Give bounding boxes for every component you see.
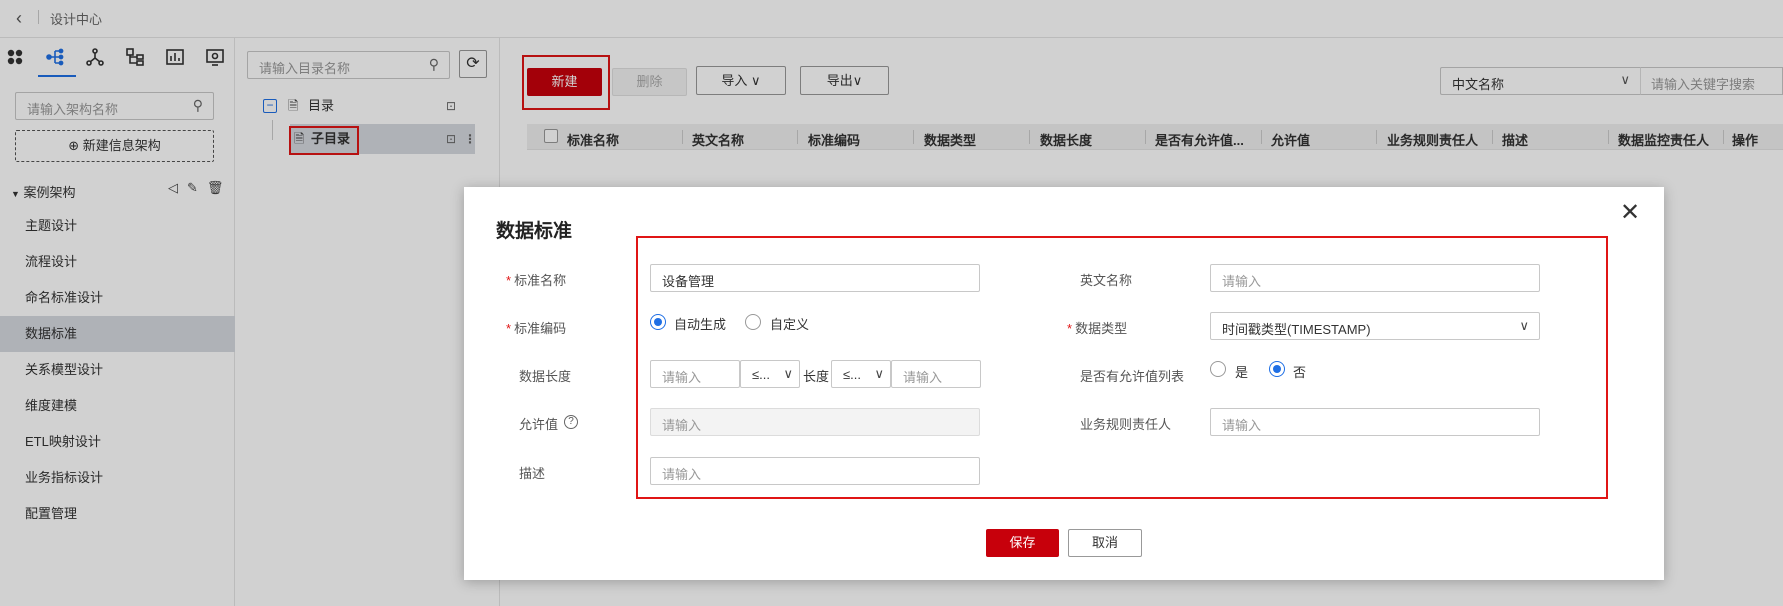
- dialog-title: 数据标准: [496, 221, 573, 242]
- close-icon[interactable]: ✕: [1620, 198, 1640, 227]
- length-word: 长度: [803, 369, 830, 384]
- owner-label: 业务规则责任人: [1080, 417, 1172, 432]
- save-button[interactable]: 保存: [986, 529, 1059, 557]
- desc-label: 描述: [519, 466, 546, 481]
- radio-no[interactable]: [1269, 361, 1285, 377]
- std-code-label: * 标准编码: [506, 321, 567, 336]
- radio-yes[interactable]: [1210, 361, 1226, 377]
- data-type-select[interactable]: 时间戳类型(TIMESTAMP) ∨: [1210, 312, 1540, 340]
- desc-input[interactable]: 请输入: [650, 457, 980, 485]
- length-operator-1-select[interactable]: ≤... ∨: [740, 360, 800, 388]
- data-length-label: 数据长度: [519, 369, 572, 384]
- radio-auto-label: 自动生成: [674, 317, 727, 332]
- allowed-input: 请输入: [650, 408, 980, 436]
- std-name-input[interactable]: 设备管理: [650, 264, 980, 292]
- radio-no-label: 否: [1293, 365, 1307, 380]
- has-allowed-label: 是否有允许值列表: [1080, 369, 1185, 384]
- data-type-label: * 数据类型: [1067, 321, 1128, 336]
- cancel-button[interactable]: 取消: [1068, 529, 1142, 557]
- radio-custom-label: 自定义: [770, 317, 810, 332]
- chevron-down-icon: ∨: [874, 366, 884, 381]
- radio-custom[interactable]: [745, 314, 761, 330]
- length-min-input[interactable]: 请输入: [650, 360, 740, 388]
- help-icon[interactable]: ?: [564, 415, 578, 429]
- en-name-label: 英文名称: [1080, 273, 1133, 288]
- chevron-down-icon: ∨: [1519, 318, 1529, 333]
- length-max-input[interactable]: 请输入: [891, 360, 981, 388]
- radio-yes-label: 是: [1235, 365, 1249, 380]
- chevron-down-icon: ∨: [783, 366, 793, 381]
- en-name-input[interactable]: 请输入: [1210, 264, 1540, 292]
- radio-auto-generate[interactable]: [650, 314, 666, 330]
- owner-input[interactable]: 请输入: [1210, 408, 1540, 436]
- length-operator-2-select[interactable]: ≤... ∨: [831, 360, 891, 388]
- allowed-label: 允许值: [519, 417, 559, 432]
- std-name-label: * 标准名称: [506, 273, 567, 288]
